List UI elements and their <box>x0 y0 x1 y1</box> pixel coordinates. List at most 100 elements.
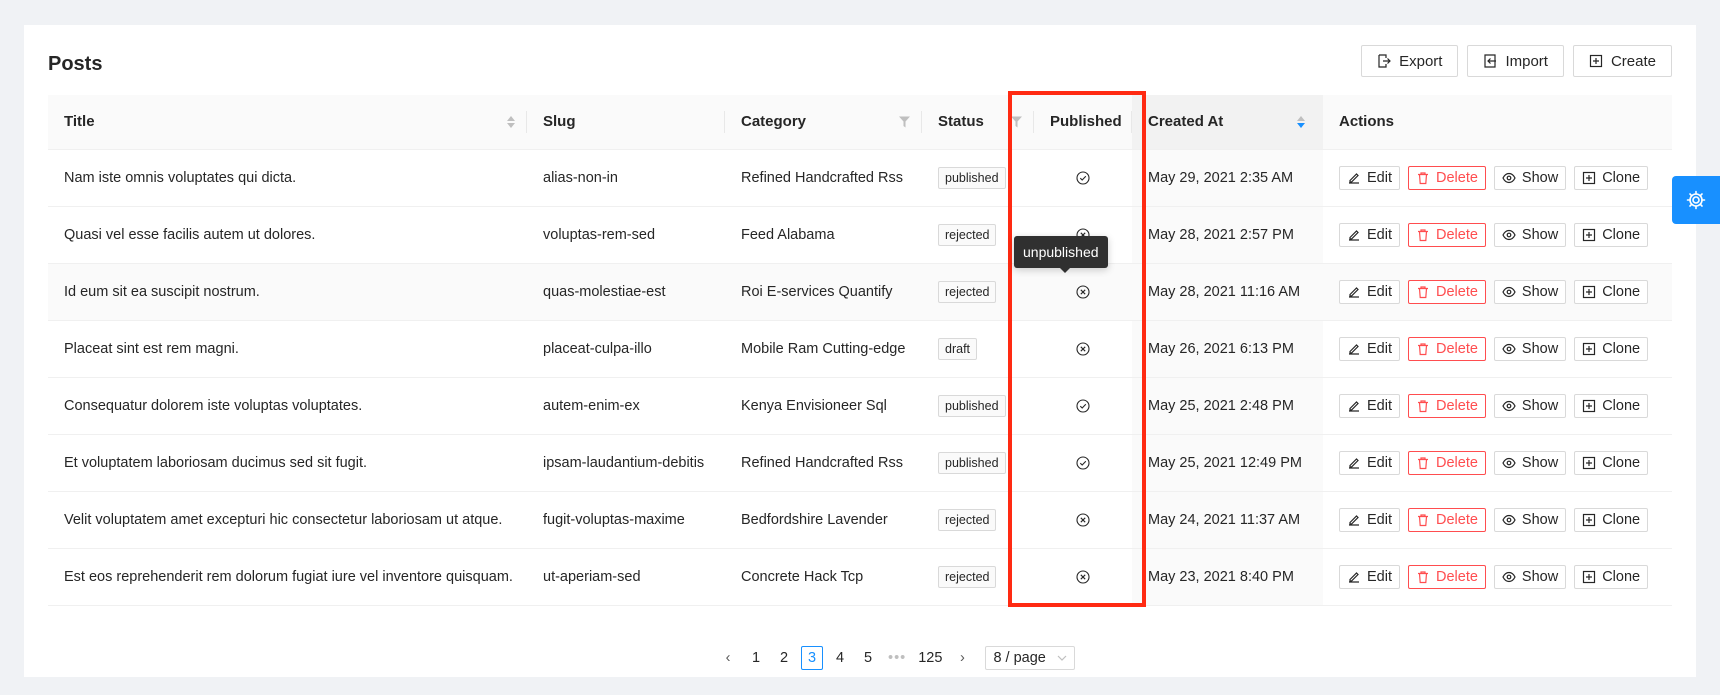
page-item[interactable]: 1 <box>745 646 767 670</box>
clone-button[interactable]: Clone <box>1574 564 1649 589</box>
edit-button[interactable]: Edit <box>1339 507 1400 532</box>
cell-status: rejected <box>922 491 1034 549</box>
edit-button[interactable]: Edit <box>1339 165 1400 190</box>
page-item[interactable]: 4 <box>829 646 851 670</box>
filter-icon[interactable] <box>899 116 910 128</box>
delete-button[interactable]: Delete <box>1408 336 1486 361</box>
edit-button[interactable]: Edit <box>1339 222 1400 247</box>
column-header-created-at[interactable]: Created At <box>1132 95 1323 150</box>
page-item-current[interactable]: 3 <box>801 646 823 670</box>
cell-published[interactable] <box>1034 491 1132 549</box>
clone-button[interactable]: Clone <box>1574 450 1649 475</box>
column-header-title[interactable]: Title <box>48 95 527 150</box>
delete-icon <box>1418 342 1428 355</box>
create-button[interactable]: Create <box>1572 45 1672 77</box>
page-item-last[interactable]: 125 <box>915 646 945 670</box>
show-button[interactable]: Show <box>1493 222 1567 247</box>
column-header-actions: Actions <box>1323 95 1672 150</box>
show-button[interactable]: Show <box>1493 450 1567 475</box>
cell-actions: Edit Delete Show Clone <box>1323 320 1672 378</box>
clone-button[interactable]: Clone <box>1574 393 1649 418</box>
show-button[interactable]: Show <box>1493 336 1567 361</box>
clone-button[interactable]: Clone <box>1574 507 1649 532</box>
posts-card: Posts Export Import Create Title Slug Ca… <box>24 25 1696 677</box>
show-button[interactable]: Show <box>1493 507 1567 532</box>
export-icon <box>1378 54 1391 68</box>
table-row: Consequatur dolorem iste voluptas volupt… <box>48 377 1672 435</box>
cell-slug: quas-molestiae-est <box>527 263 725 321</box>
status-badge: rejected <box>938 280 997 303</box>
tooltip: unpublished <box>1014 236 1108 273</box>
clone-icon <box>1583 342 1596 355</box>
show-button[interactable]: Show <box>1493 165 1567 190</box>
cell-slug: autem-enim-ex <box>527 377 725 435</box>
page-size-value: 8 / page <box>993 650 1046 666</box>
page-jump-ellipsis[interactable]: ••• <box>885 646 909 670</box>
cell-slug: ipsam-laudantium-debitis <box>527 434 725 492</box>
edit-icon <box>1349 514 1359 526</box>
delete-button[interactable]: Delete <box>1408 507 1486 532</box>
table-row: Nam iste omnis voluptates qui dicta. alia… <box>48 149 1672 207</box>
edit-button[interactable]: Edit <box>1339 564 1400 589</box>
status-badge: published <box>938 166 1006 189</box>
cell-created-at: May 26, 2021 6:13 PM <box>1132 320 1323 378</box>
edit-label: Edit <box>1367 397 1392 414</box>
cell-published[interactable] <box>1034 149 1132 207</box>
filter-icon[interactable] <box>1011 116 1022 128</box>
page-item[interactable]: 5 <box>857 646 879 670</box>
cell-published[interactable] <box>1034 548 1132 606</box>
eye-icon <box>1502 229 1516 240</box>
cell-published[interactable] <box>1034 377 1132 435</box>
cell-published[interactable] <box>1034 434 1132 492</box>
show-label: Show <box>1521 397 1559 414</box>
clone-button[interactable]: Clone <box>1574 279 1649 304</box>
next-page-button[interactable]: › <box>951 646 973 670</box>
show-button[interactable]: Show <box>1493 393 1567 418</box>
delete-button[interactable]: Delete <box>1408 450 1486 475</box>
delete-button[interactable]: Delete <box>1408 564 1486 589</box>
show-button[interactable]: Show <box>1493 564 1567 589</box>
column-header-status[interactable]: Status <box>922 95 1034 150</box>
close-circle-icon <box>1076 285 1090 299</box>
page-item[interactable]: 2 <box>773 646 795 670</box>
clone-button[interactable]: Clone <box>1574 222 1649 247</box>
cell-category: Feed Alabama <box>725 206 922 264</box>
show-button[interactable]: Show <box>1493 279 1567 304</box>
settings-button[interactable] <box>1672 176 1720 224</box>
eye-icon <box>1502 571 1516 582</box>
delete-button[interactable]: Delete <box>1408 222 1486 247</box>
edit-button[interactable]: Edit <box>1339 450 1400 475</box>
delete-label: Delete <box>1436 568 1478 585</box>
edit-button[interactable]: Edit <box>1339 279 1400 304</box>
clone-button[interactable]: Clone <box>1574 336 1649 361</box>
clone-label: Clone <box>1602 169 1641 186</box>
edit-button[interactable]: Edit <box>1339 393 1400 418</box>
cell-category: Roi E-services Quantify <box>725 263 922 321</box>
close-circle-icon <box>1076 570 1090 584</box>
page-size-select[interactable]: 8 / page <box>985 646 1076 670</box>
import-button[interactable]: Import <box>1467 45 1564 77</box>
edit-button[interactable]: Edit <box>1339 336 1400 361</box>
status-badge: published <box>938 451 1006 474</box>
table-row: Et voluptatem laboriosam ducimus sed sit… <box>48 434 1672 492</box>
edit-label: Edit <box>1367 511 1392 528</box>
delete-button[interactable]: Delete <box>1408 279 1486 304</box>
cell-created-at: May 28, 2021 11:16 AM <box>1132 263 1323 321</box>
cell-published[interactable] <box>1034 263 1132 321</box>
delete-button[interactable]: Delete <box>1408 393 1486 418</box>
close-circle-icon <box>1076 513 1090 527</box>
cell-status: rejected <box>922 263 1034 321</box>
clone-icon <box>1583 285 1596 298</box>
cell-published[interactable] <box>1034 320 1132 378</box>
clone-button[interactable]: Clone <box>1574 165 1649 190</box>
delete-icon <box>1418 171 1428 184</box>
column-header-category[interactable]: Category <box>725 95 922 150</box>
column-actions-label: Actions <box>1339 113 1395 131</box>
sort-icon[interactable] <box>507 115 515 128</box>
cell-slug: voluptas-rem-sed <box>527 206 725 264</box>
export-button[interactable]: Export <box>1361 45 1459 77</box>
delete-button[interactable]: Delete <box>1408 165 1486 190</box>
edit-label: Edit <box>1367 283 1392 300</box>
sort-descending-icon[interactable] <box>1297 115 1305 128</box>
prev-page-button[interactable]: ‹ <box>717 646 739 670</box>
